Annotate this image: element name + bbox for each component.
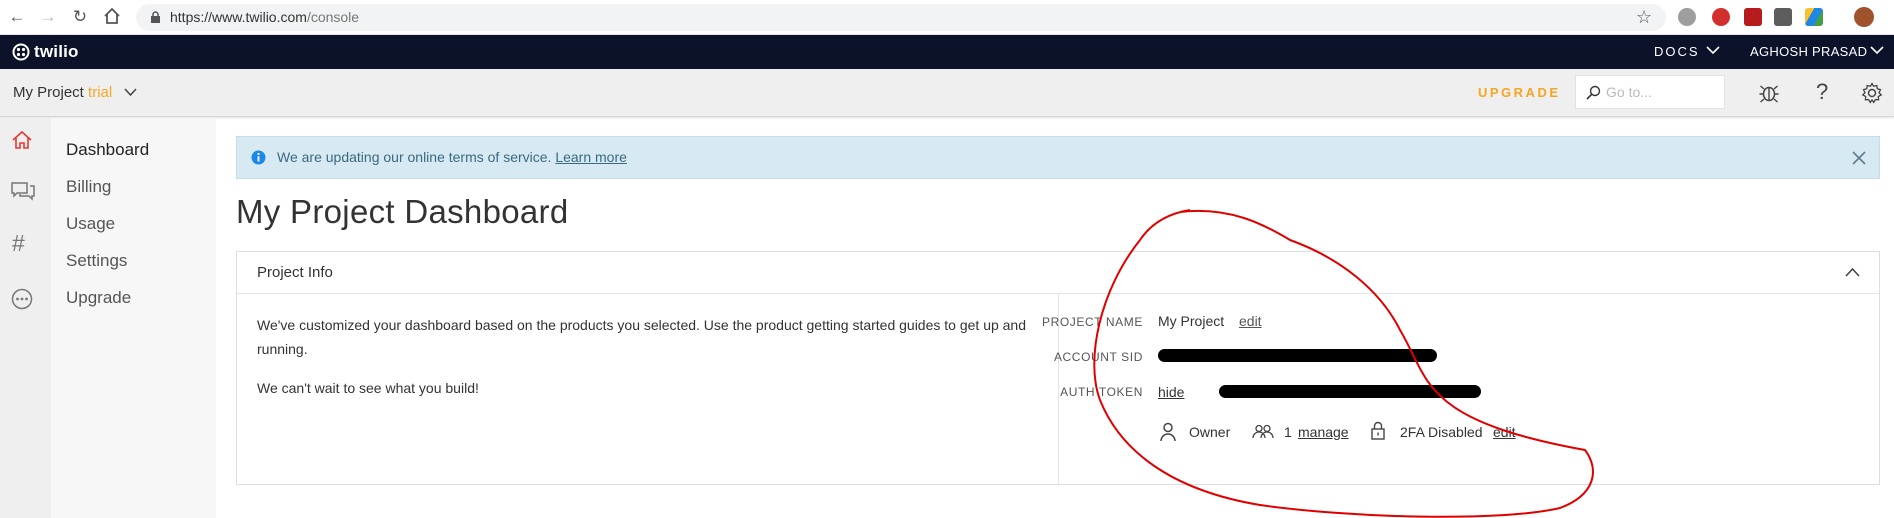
home-icon[interactable] [11, 130, 33, 150]
lock-icon [1371, 421, 1385, 440]
search-icon [1586, 85, 1601, 100]
bookmark-star-icon[interactable]: ☆ [1636, 7, 1652, 28]
auth-token-label: AUTH TOKEN [1060, 385, 1143, 399]
profile-avatar-icon[interactable] [1854, 7, 1874, 27]
sidebar-item-usage[interactable]: Usage [66, 214, 115, 234]
hash-icon[interactable]: # [12, 230, 25, 257]
info-icon [251, 150, 266, 165]
gear-icon[interactable] [1861, 82, 1883, 104]
project-name-value: My Project [1158, 313, 1225, 329]
extension-icon[interactable] [1712, 8, 1730, 26]
page-title: My Project Dashboard [236, 193, 569, 230]
edit-project-name-link[interactable]: edit [1239, 313, 1262, 329]
user-count: 1 [1284, 424, 1292, 440]
chevron-down-icon[interactable] [124, 88, 137, 97]
debugger-bug-icon[interactable] [1759, 82, 1779, 104]
url-text: https://www.twilio.com/console [170, 9, 360, 25]
banner-message: We are updating our online terms of serv… [277, 149, 627, 165]
auth-token-redacted [1219, 385, 1481, 398]
intro-paragraph: We've customized your dashboard based on… [257, 317, 1027, 357]
upgrade-link[interactable]: UPGRADE [1478, 85, 1561, 100]
chevron-up-icon[interactable] [1845, 267, 1860, 277]
card-header[interactable]: Project Info [237, 252, 1879, 294]
sidebar-nav: Dashboard Billing Usage Settings Upgrade [51, 118, 216, 518]
user-menu[interactable]: AGHOSH PRASAD [1750, 44, 1867, 59]
goto-search[interactable] [1575, 75, 1725, 109]
chevron-down-icon[interactable] [1870, 46, 1884, 55]
learn-more-link[interactable]: Learn more [555, 149, 627, 165]
help-icon[interactable]: ? [1816, 79, 1828, 105]
search-input[interactable] [1606, 84, 1716, 100]
twofa-status: 2FA Disabled [1400, 424, 1483, 440]
lock-icon [151, 11, 160, 23]
project-info-card: Project Info We've customized your dashb… [236, 251, 1880, 485]
home-browser-icon[interactable] [102, 7, 122, 27]
project-name-label: PROJECT NAME [1042, 315, 1143, 329]
user-icon [1160, 422, 1176, 442]
account-sid-redacted [1158, 349, 1437, 362]
product-icon-rail: # [0, 118, 51, 518]
docs-menu[interactable]: DOCS [1654, 44, 1700, 59]
sidebar-item-upgrade[interactable]: Upgrade [66, 288, 131, 308]
users-icon [1252, 424, 1274, 439]
sidebar-item-dashboard[interactable]: Dashboard [66, 140, 149, 160]
extension-icon[interactable] [1774, 8, 1792, 26]
forward-icon[interactable]: → [38, 7, 58, 27]
twilio-topbar: twilio DOCS AGHOSH PRASAD [0, 35, 1894, 69]
reload-icon[interactable]: ↻ [70, 7, 90, 27]
closing-paragraph: We can't wait to see what you build! [257, 380, 479, 396]
address-bar[interactable]: https://www.twilio.com/console ☆ [136, 4, 1666, 31]
browser-toolbar: ← → ↻ https://www.twilio.com/console ☆ [0, 0, 1894, 35]
role-text: Owner [1189, 424, 1231, 440]
close-icon[interactable] [1851, 150, 1867, 166]
chevron-down-icon[interactable] [1706, 46, 1720, 55]
extension-icon[interactable] [1744, 8, 1762, 26]
drive-icon[interactable] [1805, 8, 1823, 26]
extension-icon[interactable] [1678, 8, 1696, 26]
manage-users-link[interactable]: manage [1298, 424, 1349, 440]
card-title: Project Info [257, 264, 333, 281]
terms-banner: We are updating our online terms of serv… [236, 136, 1880, 179]
account-sid-label: ACCOUNT SID [1053, 350, 1143, 364]
back-icon[interactable]: ← [7, 7, 27, 27]
twilio-logo-icon [12, 43, 30, 61]
chat-icon[interactable] [11, 181, 35, 201]
sidebar-item-billing[interactable]: Billing [66, 177, 111, 197]
project-bar: My Project trial UPGRADE ? [0, 69, 1894, 117]
logo[interactable]: twilio [34, 42, 79, 62]
more-icon[interactable] [11, 288, 33, 310]
project-selector[interactable]: My Project trial [13, 84, 112, 101]
hide-token-link[interactable]: hide [1158, 384, 1184, 400]
edit-twofa-link[interactable]: edit [1493, 424, 1516, 440]
sidebar-item-settings[interactable]: Settings [66, 251, 127, 271]
